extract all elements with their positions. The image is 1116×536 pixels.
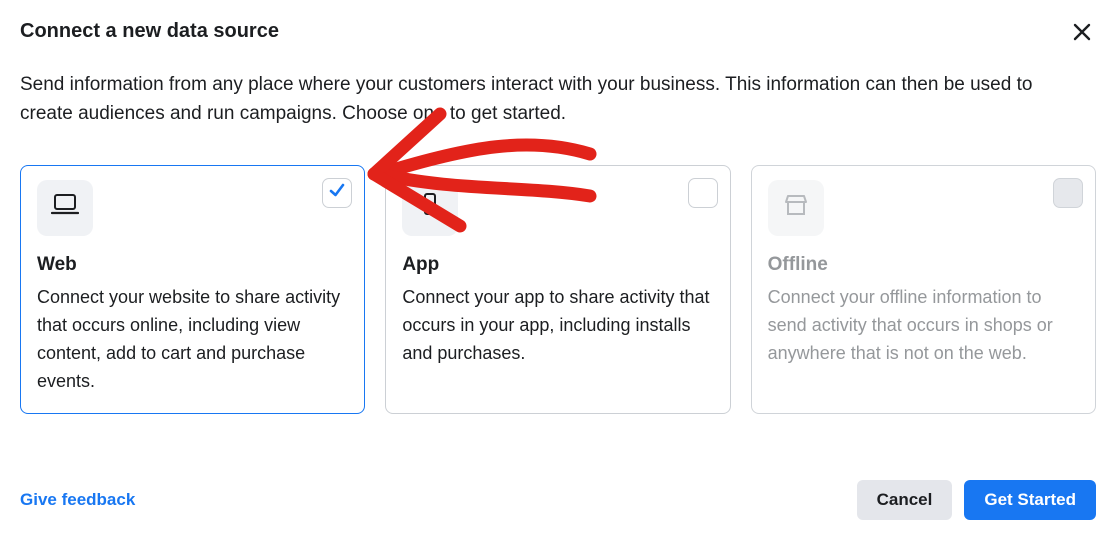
laptop-icon — [51, 193, 79, 222]
card-offline-title: Offline — [768, 254, 1079, 276]
card-web[interactable]: Web Connect your website to share activi… — [20, 165, 365, 415]
card-offline-description: Connect your offline information to send… — [768, 284, 1079, 368]
web-icon-tile — [37, 180, 93, 236]
get-started-button[interactable]: Get Started — [964, 480, 1096, 520]
card-app-description: Connect your app to share activity that … — [402, 284, 713, 368]
app-icon-tile — [402, 180, 458, 236]
close-icon — [1072, 18, 1092, 48]
card-web-description: Connect your website to share activity t… — [37, 284, 348, 396]
card-offline[interactable]: Offline Connect your offline information… — [751, 165, 1096, 415]
dialog-description: Send information from any place where yo… — [20, 70, 1080, 129]
give-feedback-link[interactable]: Give feedback — [20, 490, 135, 510]
source-options: Web Connect your website to share activi… — [20, 165, 1096, 415]
card-web-checkbox[interactable] — [322, 178, 352, 208]
cancel-button[interactable]: Cancel — [857, 480, 953, 520]
card-app-checkbox[interactable] — [688, 178, 718, 208]
mobile-icon — [416, 193, 444, 222]
card-web-title: Web — [37, 254, 348, 276]
store-icon — [782, 193, 810, 222]
dialog-footer: Give feedback Cancel Get Started — [20, 480, 1096, 520]
card-app[interactable]: App Connect your app to share activity t… — [385, 165, 730, 415]
card-app-title: App — [402, 254, 713, 276]
offline-icon-tile — [768, 180, 824, 236]
dialog-title: Connect a new data source — [20, 20, 279, 43]
card-offline-checkbox[interactable] — [1053, 178, 1083, 208]
checkmark-icon — [327, 180, 347, 205]
close-button[interactable] — [1068, 20, 1096, 46]
